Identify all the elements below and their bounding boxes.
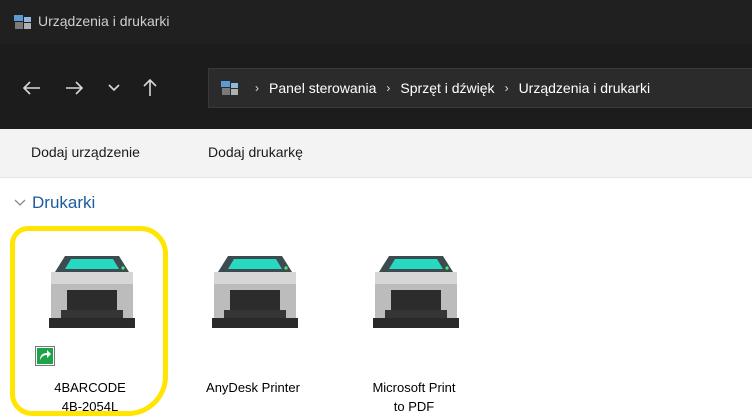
title-bar: Urządzenia i drukarki — [0, 0, 752, 44]
group-header-printers[interactable]: Drukarki — [14, 193, 95, 213]
device-name-line: AnyDesk Printer — [206, 380, 300, 395]
group-label: Drukarki — [32, 193, 96, 212]
printer-icon — [373, 256, 459, 328]
back-button[interactable] — [18, 74, 46, 102]
breadcrumb-separator[interactable]: › — [386, 81, 390, 95]
forward-button[interactable] — [60, 74, 88, 102]
chevron-down-icon — [14, 199, 26, 206]
device-name: AnyDesk Printer — [188, 378, 318, 397]
command-bar: Dodaj urządzenie Dodaj drukarkę — [0, 129, 752, 178]
breadcrumb-separator[interactable]: › — [255, 81, 259, 95]
arrow-right-icon — [66, 81, 83, 95]
arrow-left-icon — [23, 81, 40, 95]
breadcrumb-control-panel[interactable]: Panel sterowania — [269, 80, 376, 96]
chevron-down-icon — [108, 84, 120, 92]
recent-locations-button[interactable] — [100, 74, 128, 102]
highlight-annotation — [10, 226, 168, 416]
up-button[interactable] — [136, 74, 164, 102]
add-printer-button[interactable]: Dodaj drukarkę — [208, 144, 303, 160]
breadcrumb-separator[interactable]: › — [505, 81, 509, 95]
window-title: Urządzenia i drukarki — [38, 13, 170, 29]
arrow-up-icon — [143, 79, 157, 96]
printer-icon — [212, 256, 298, 328]
address-bar[interactable]: › Panel sterowania › Sprzęt i dźwięk › U… — [208, 68, 752, 108]
device-name-line: Microsoft Print — [372, 380, 456, 395]
devices-printers-icon — [14, 15, 31, 29]
control-panel-icon — [221, 81, 238, 95]
add-device-button[interactable]: Dodaj urządzenie — [31, 144, 140, 160]
device-name-line: to PDF — [393, 399, 435, 414]
navigation-bar: › Panel sterowania › Sprzęt i dźwięk › U… — [0, 44, 752, 129]
device-name: Microsoft Print to PDF — [349, 378, 479, 416]
breadcrumb-hardware-sound[interactable]: Sprzęt i dźwięk — [400, 80, 494, 96]
breadcrumb-devices-printers[interactable]: Urządzenia i drukarki — [519, 80, 651, 96]
